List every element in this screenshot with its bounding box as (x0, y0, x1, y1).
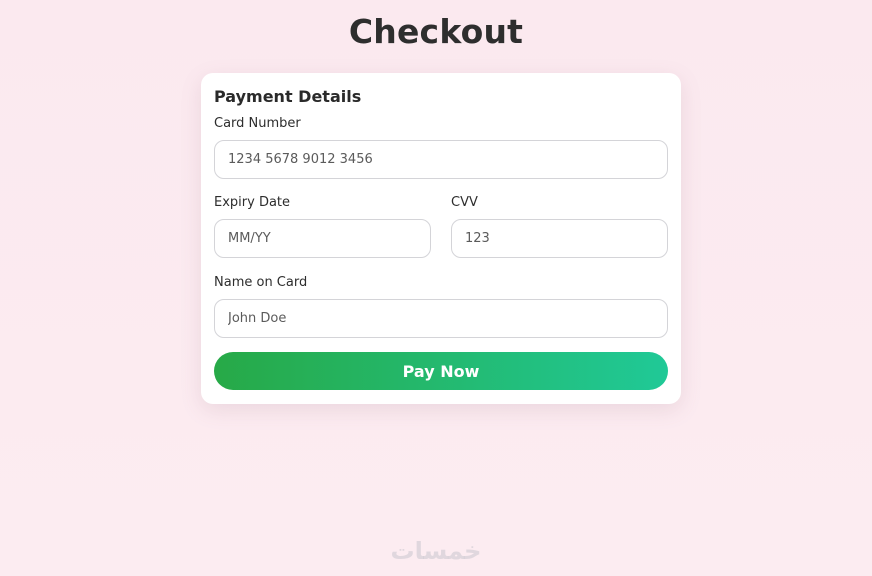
card-number-label: Card Number (214, 116, 301, 131)
name-on-card-input[interactable] (214, 299, 668, 338)
expiry-date-label: Expiry Date (214, 195, 291, 210)
page-title: Checkout (348, 12, 524, 51)
cvv-label: CVV (451, 195, 478, 210)
watermark-logo: خمسات (390, 537, 482, 565)
payment-card: Payment Details Card Number Expiry Date … (201, 73, 681, 404)
name-on-card-label: Name on Card (214, 275, 308, 290)
expiry-date-input[interactable] (214, 219, 431, 258)
cvv-input[interactable] (451, 219, 668, 258)
card-number-input[interactable] (214, 140, 668, 179)
pay-now-button[interactable]: Pay Now (214, 352, 668, 390)
card-title: Payment Details (214, 87, 362, 106)
